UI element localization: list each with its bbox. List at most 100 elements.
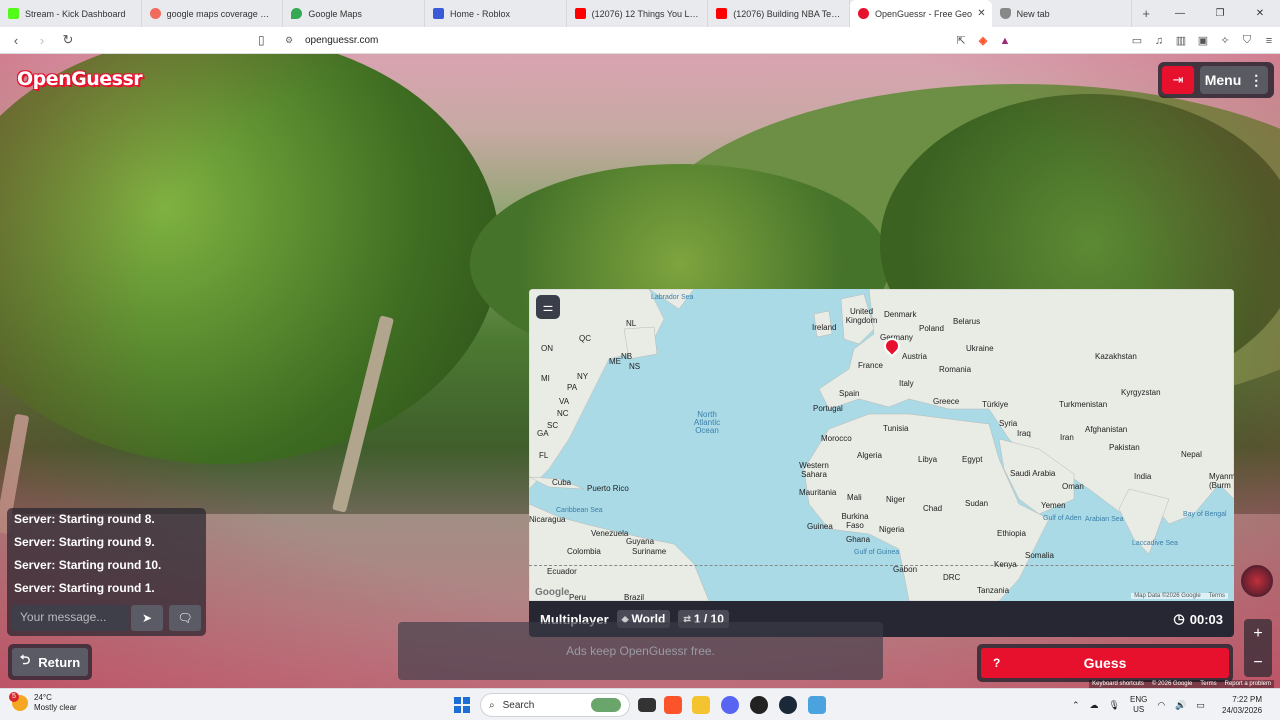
- zoom-out-icon[interactable]: −: [1253, 654, 1262, 672]
- google-logo: Google: [535, 587, 570, 598]
- map-label: Burkina Faso: [841, 512, 869, 530]
- map-label: Turkmenistan: [1059, 400, 1108, 409]
- tree-foliage: [0, 54, 500, 464]
- sidebar-icon[interactable]: ▥: [1170, 34, 1192, 47]
- map-label: PA: [567, 383, 578, 392]
- taskbar-search[interactable]: ⌕ Search: [480, 693, 630, 717]
- url-field[interactable]: openguessr.com: [305, 35, 378, 46]
- chat-message-input[interactable]: Your message...: [12, 605, 130, 631]
- back-icon[interactable]: ‹: [6, 33, 26, 48]
- return-button[interactable]: ⮌ Return: [12, 648, 88, 676]
- keyboard-shortcuts-link[interactable]: Keyboard shortcuts: [1092, 681, 1144, 687]
- tab-openguessr[interactable]: OpenGuessr - Free Geo ✕: [849, 0, 992, 27]
- language-indicator[interactable]: ENG US: [1130, 695, 1147, 715]
- map-terms-link[interactable]: Terms: [1209, 593, 1225, 599]
- minimize-icon[interactable]: —: [1160, 8, 1200, 19]
- cloud-icon[interactable]: ☁: [1090, 700, 1099, 711]
- map-label: Portugal: [813, 404, 843, 413]
- notepad-icon[interactable]: [808, 696, 826, 714]
- map-label: ON: [541, 344, 553, 353]
- map-label: ME: [609, 357, 621, 366]
- microphone-icon[interactable]: 🎙: [1109, 700, 1120, 711]
- wifi-icon[interactable]: ◠: [1157, 700, 1165, 711]
- map-label: Colombia: [567, 547, 601, 556]
- return-arrow-icon: ⮌: [19, 652, 31, 667]
- windows-start-icon[interactable]: [454, 697, 470, 713]
- map-label: Gulf of Aden: [1043, 515, 1082, 522]
- screenshot-icon[interactable]: ▭: [1126, 34, 1148, 47]
- map-settings-button[interactable]: ⚌: [536, 295, 560, 319]
- wallet-icon[interactable]: ▣: [1192, 34, 1214, 47]
- map-label: Italy: [899, 379, 914, 388]
- battery-icon[interactable]: ▭: [1196, 700, 1205, 711]
- map-label: Guyana: [626, 537, 655, 546]
- guess-button[interactable]: ? Guess: [981, 648, 1229, 678]
- brave-search-icon: [149, 8, 161, 19]
- map-label: Western Sahara: [799, 461, 829, 479]
- forward-icon[interactable]: ›: [32, 33, 52, 48]
- map-label: Saudi Arabia: [1010, 469, 1056, 478]
- reload-icon[interactable]: ↻: [58, 32, 78, 48]
- tray-overflow-icon[interactable]: ⌃: [1072, 700, 1080, 711]
- steam-icon[interactable]: [779, 696, 797, 714]
- file-explorer-icon[interactable]: [692, 696, 710, 714]
- weather-text: 24°C Mostly clear: [34, 693, 77, 713]
- tab-youtube-2[interactable]: (12076) Building NBA Teams W: [708, 0, 850, 27]
- ad-placeholder: Ads keep OpenGuessr free.: [398, 622, 883, 680]
- restore-icon[interactable]: ❐: [1200, 8, 1240, 19]
- map-label: India: [1134, 472, 1152, 481]
- close-icon[interactable]: ✕: [977, 8, 985, 19]
- music-icon[interactable]: ♫: [1148, 35, 1170, 47]
- discord-icon[interactable]: [721, 696, 739, 714]
- stopwatch-icon: ◷: [1173, 611, 1185, 626]
- map-label: Oman: [1062, 482, 1084, 491]
- round-timer: ◷ 00:03: [1173, 611, 1223, 627]
- brave-shield-icon: [999, 8, 1011, 19]
- compass-icon[interactable]: [1241, 565, 1273, 597]
- send-button[interactable]: ➤: [131, 605, 163, 631]
- vpn-icon[interactable]: ⛉: [1236, 34, 1258, 47]
- brave-shields-icon[interactable]: ◈: [972, 34, 994, 47]
- share-icon[interactable]: ⇱: [950, 34, 972, 47]
- new-tab-plus-icon[interactable]: +: [1132, 6, 1160, 21]
- map-label: Kenya: [994, 560, 1017, 569]
- exit-button[interactable]: ⇥: [1162, 66, 1194, 94]
- map-attribution: Map Data ©2026 Google Terms: [1131, 593, 1228, 599]
- map-label: Peru: [569, 593, 586, 601]
- world-map[interactable]: ⚌ Labrador Sea NL QC ON NB NS ME MI NY P…: [529, 289, 1234, 601]
- zoom-controls: + −: [1244, 619, 1272, 677]
- tab-roblox[interactable]: Home - Roblox: [425, 0, 567, 27]
- map-label: Ireland: [812, 323, 837, 332]
- brave-rewards-icon[interactable]: ▲: [994, 35, 1016, 47]
- tab-kick[interactable]: Stream - Kick Dashboard: [0, 0, 142, 27]
- chat-log-button[interactable]: 🗨: [169, 605, 201, 631]
- brave-browser-icon[interactable]: [664, 696, 682, 714]
- tab-google-search[interactable]: google maps coverage map w: [142, 0, 284, 27]
- openguessr-logo[interactable]: OpenGuessr: [17, 68, 143, 90]
- tab-new-tab[interactable]: New tab: [992, 0, 1133, 27]
- volume-icon[interactable]: 🔊: [1175, 700, 1186, 711]
- clock[interactable]: 7:22 PM 24/03/2026: [1222, 694, 1262, 716]
- zoom-in-icon[interactable]: +: [1253, 625, 1262, 643]
- map-label: Yemen: [1041, 501, 1066, 510]
- bookmark-icon[interactable]: ▯: [258, 33, 265, 47]
- map-label: Suriname: [632, 547, 667, 556]
- map-label: Laccadive Sea: [1132, 540, 1178, 547]
- site-info-icon[interactable]: ⚙: [285, 35, 293, 46]
- task-view-icon[interactable]: [638, 698, 656, 712]
- send-icon: ➤: [141, 611, 153, 625]
- window-close-icon[interactable]: ✕: [1240, 8, 1280, 19]
- clock-date: 24/03/2026: [1222, 706, 1263, 715]
- tab-youtube-1[interactable]: (12076) 12 Things You Learn B: [567, 0, 709, 27]
- menu-button[interactable]: Menu ⋮: [1200, 66, 1268, 94]
- help-icon[interactable]: ?: [993, 656, 1000, 670]
- report-problem-link[interactable]: Report a problem: [1225, 681, 1271, 687]
- terms-link[interactable]: Terms: [1200, 681, 1216, 687]
- browser-menu-icon[interactable]: ≡: [1258, 35, 1280, 47]
- map-label: Arabian Sea: [1085, 516, 1124, 523]
- menu-label: Menu: [1204, 72, 1242, 88]
- tab-google-maps[interactable]: Google Maps: [283, 0, 425, 27]
- obs-icon[interactable]: [750, 696, 768, 714]
- weather-widget[interactable]: 5 24°C Mostly clear: [9, 692, 77, 713]
- leo-ai-icon[interactable]: ✧: [1214, 34, 1236, 47]
